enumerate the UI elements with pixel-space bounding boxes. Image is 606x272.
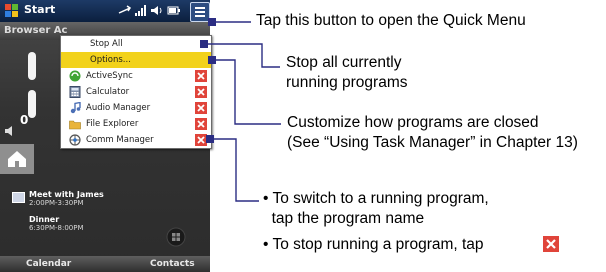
close-x-icon xyxy=(543,236,559,252)
callout-text: tap the program name xyxy=(263,210,425,227)
callout-text: • To stop running a program, tap xyxy=(263,236,484,253)
callout-text: Customize how programs are closed xyxy=(287,114,539,131)
callout-options: Customize how programs are closed (See “… xyxy=(287,115,578,155)
callout-stop-program: • To stop running a program, tap xyxy=(263,237,484,257)
callout-text: running programs xyxy=(286,74,408,91)
callout-quick-menu: Tap this button to open the Quick Menu xyxy=(256,13,526,33)
callout-text: • To switch to a running program, xyxy=(263,190,489,207)
callout-switch-program: • To switch to a running program, tap th… xyxy=(263,191,489,231)
callout-text: Tap this button to open the Quick Menu xyxy=(256,12,526,29)
callout-text: (See “Using Task Manager” in Chapter 13) xyxy=(287,134,578,151)
callout-stop-all: Stop all currently running programs xyxy=(286,55,407,95)
callout-text: Stop all currently xyxy=(286,54,402,71)
